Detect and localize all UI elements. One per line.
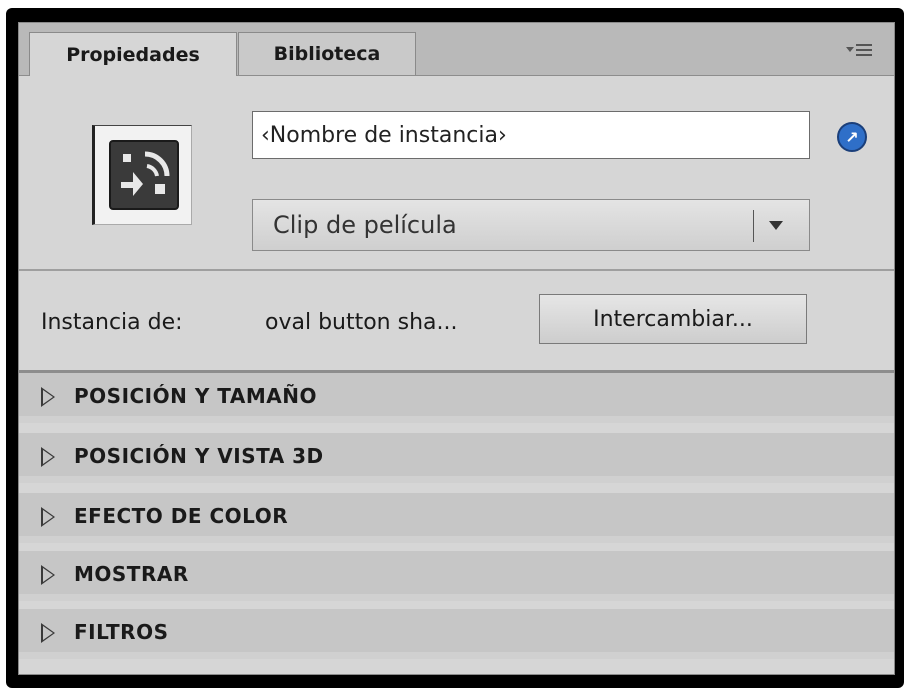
movie-clip-symbol-icon (92, 125, 192, 225)
properties-panel: Propiedades Biblioteca ↗ Clip de películ… (18, 22, 895, 675)
disclosure-triangle-icon (41, 623, 55, 643)
disclosure-triangle-icon (41, 447, 55, 467)
section-position-size[interactable]: POSICIÓN Y TAMAÑO (19, 373, 894, 423)
dropdown-separator (753, 210, 754, 242)
chevron-down-icon (769, 221, 783, 230)
disclosure-triangle-icon (41, 565, 55, 585)
section-title: FILTROS (74, 620, 169, 644)
section-position-3d[interactable]: POSICIÓN Y VISTA 3D (19, 433, 894, 483)
disclosure-triangle-icon (41, 507, 55, 527)
section-display[interactable]: MOSTRAR (19, 551, 894, 601)
panel-tab-bar: Propiedades Biblioteca (19, 23, 894, 76)
disclosure-triangle-icon (41, 387, 55, 407)
section-title: EFECTO DE COLOR (74, 504, 289, 528)
section-title: POSICIÓN Y VISTA 3D (74, 444, 324, 468)
tab-biblioteca[interactable]: Biblioteca (238, 32, 416, 75)
section-filters[interactable]: FILTROS (19, 609, 894, 659)
instance-of-value: oval button sha... (265, 310, 458, 335)
instance-of-label: Instancia de: (41, 310, 183, 335)
swap-button[interactable]: Intercambiar... (539, 294, 807, 344)
symbol-type-value: Clip de película (273, 211, 457, 239)
instance-name-input[interactable] (252, 111, 810, 159)
divider (19, 269, 894, 271)
tab-propiedades[interactable]: Propiedades (29, 32, 237, 76)
section-color-effect[interactable]: EFECTO DE COLOR (19, 493, 894, 543)
panel-menu-icon[interactable] (846, 41, 880, 63)
section-title: MOSTRAR (74, 562, 189, 586)
symbol-type-dropdown[interactable]: Clip de película (252, 199, 810, 251)
section-title: POSICIÓN Y TAMAÑO (74, 384, 317, 408)
help-arrow-icon[interactable]: ↗ (837, 122, 867, 152)
